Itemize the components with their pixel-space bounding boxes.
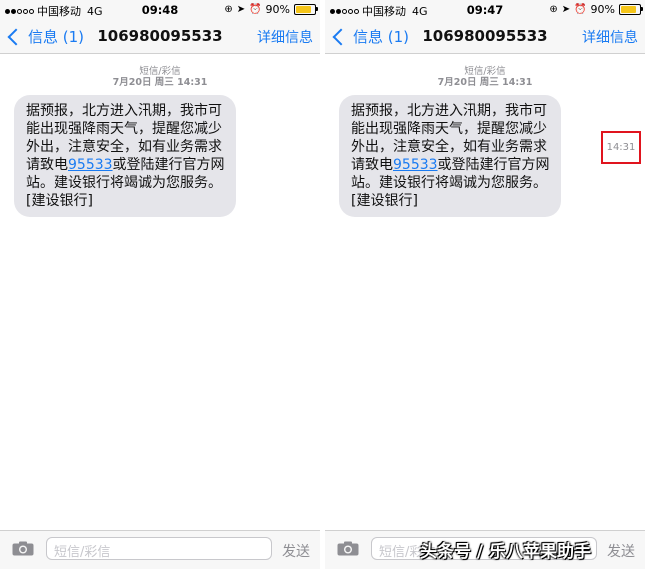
message-bubble[interactable]: 据预报，北方进入汛期，我市可 能出现强降雨天气，提醒您减少 外出，注意安全，如有…	[339, 95, 561, 217]
timestamp-highlight-box: 14:31	[601, 131, 641, 164]
details-button[interactable]: 详细信息	[257, 27, 313, 47]
message-line: 据预报，北方进入汛期，我市可	[351, 103, 547, 119]
message-line: 外出，注意安全，如有业务需求	[351, 139, 547, 155]
message-kind: 短信/彩信	[139, 66, 181, 77]
rotation-lock-icon: ⊕	[549, 4, 558, 15]
screenshot-left: 中国移动 4G 09:48 ⊕ ➤ ⏰ 90% 信息 (1) 106980095…	[0, 0, 320, 569]
revealed-timestamp: 14:31	[606, 142, 636, 153]
message-text: 请致电	[351, 157, 393, 173]
screenshot-right: 中国移动 4G 09:47 ⊕ ➤ ⏰ 90% 信息 (1) 106980095…	[325, 0, 645, 569]
message-text: 请致电	[26, 157, 68, 173]
message-line: 请致电95533或登陆建行官方网	[26, 156, 226, 174]
message-line: 外出，注意安全，如有业务需求	[26, 139, 222, 155]
message-text: 或登陆建行官方网	[437, 157, 550, 173]
message-input-bar: 短信/彩信 发送	[0, 530, 320, 569]
message-signature: [建设银行]	[26, 193, 93, 209]
message-line: 能出现强降雨天气，提醒您减少	[351, 121, 547, 137]
battery-percent: 90%	[265, 3, 290, 16]
location-icon: ➤	[236, 4, 246, 15]
message-kind: 短信/彩信	[464, 66, 506, 77]
navigation-bar: 信息 (1) 106980095533 详细信息	[325, 20, 645, 54]
send-button[interactable]: 发送	[607, 541, 635, 561]
send-button[interactable]: 发送	[282, 541, 310, 561]
message-line: 能出现强降雨天气，提醒您减少	[26, 121, 222, 137]
location-icon: ➤	[561, 4, 571, 15]
message-input-placeholder: 短信/彩信	[54, 545, 111, 560]
alarm-icon: ⏰	[249, 4, 262, 15]
message-input[interactable]: 短信/彩信	[46, 537, 272, 560]
message-line: 请致电95533或登陆建行官方网	[351, 156, 551, 174]
phone-number-link[interactable]: 95533	[68, 157, 113, 173]
message-meta: 短信/彩信 7月20日 周三 14:31	[0, 66, 320, 88]
watermark-text: 头条号 / 乐八苹果助手	[420, 542, 592, 562]
navigation-bar: 信息 (1) 106980095533 详细信息	[0, 20, 320, 54]
camera-icon[interactable]	[337, 541, 359, 556]
camera-icon[interactable]	[12, 541, 34, 556]
message-line: 站。建设银行将竭诚为您服务。	[351, 175, 547, 191]
battery-icon	[619, 4, 643, 15]
message-line: 据预报，北方进入汛期，我市可	[26, 103, 222, 119]
message-date: 7月20日 周三 14:31	[437, 77, 533, 88]
phone-number-link[interactable]: 95533	[393, 157, 438, 173]
status-bar: 中国移动 4G 09:47 ⊕ ➤ ⏰ 90%	[325, 0, 645, 20]
message-meta: 短信/彩信 7月20日 周三 14:31	[325, 66, 645, 88]
alarm-icon: ⏰	[574, 4, 587, 15]
rotation-lock-icon: ⊕	[224, 4, 233, 15]
message-bubble[interactable]: 据预报，北方进入汛期，我市可 能出现强降雨天气，提醒您减少 外出，注意安全，如有…	[14, 95, 236, 217]
message-text: 或登陆建行官方网	[112, 157, 225, 173]
details-button[interactable]: 详细信息	[582, 27, 638, 47]
battery-icon	[294, 4, 318, 15]
message-date: 7月20日 周三 14:31	[112, 77, 208, 88]
message-signature: [建设银行]	[351, 193, 418, 209]
status-bar: 中国移动 4G 09:48 ⊕ ➤ ⏰ 90%	[0, 0, 320, 20]
message-line: 站。建设银行将竭诚为您服务。	[26, 175, 222, 191]
battery-percent: 90%	[590, 3, 615, 16]
